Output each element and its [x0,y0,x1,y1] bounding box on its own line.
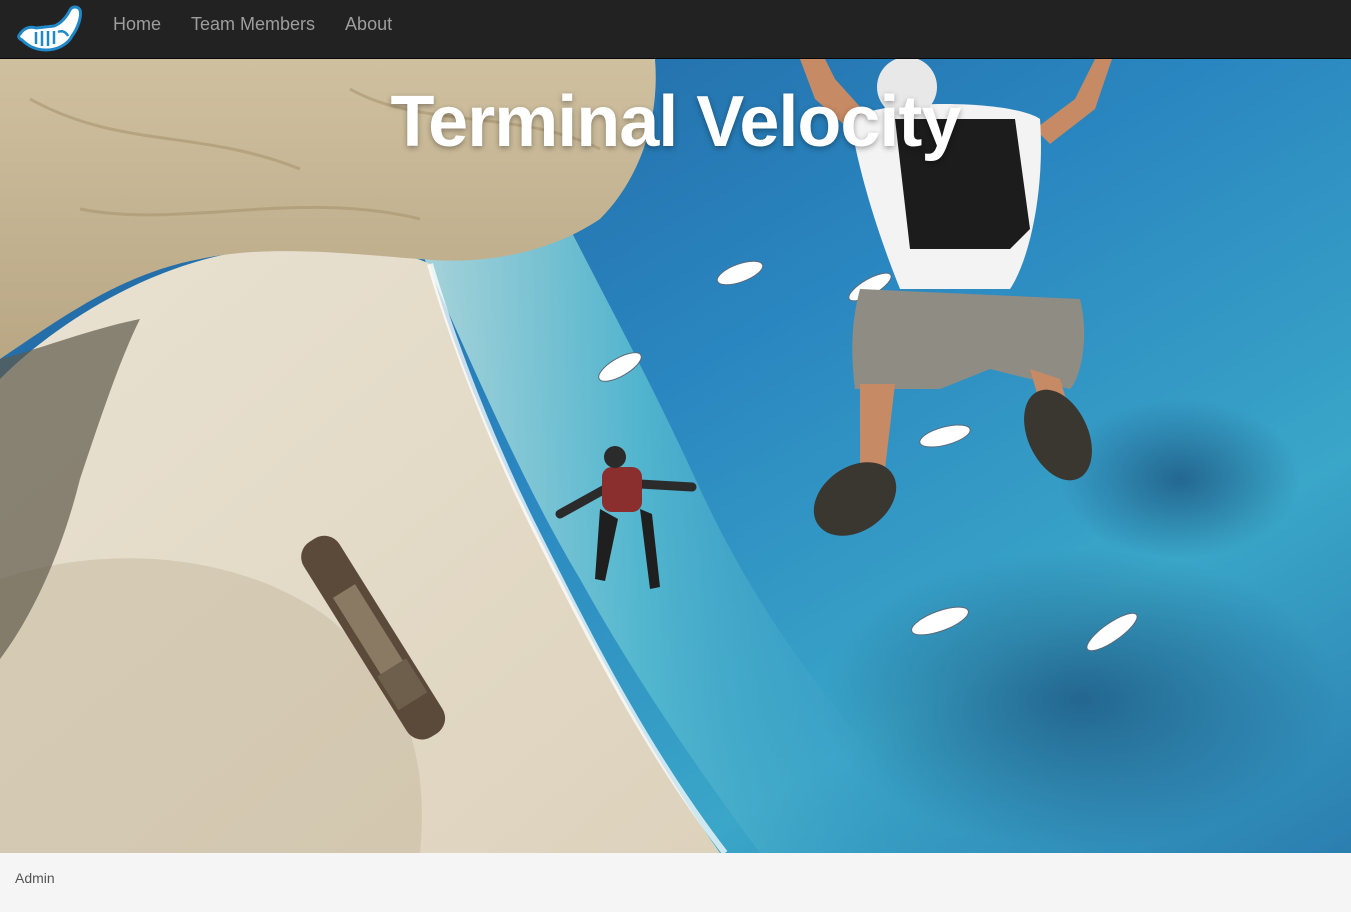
nav-links: Home Team Members About [98,0,407,48]
nav-link-home[interactable]: Home [98,0,176,48]
shaka-hand-icon[interactable] [14,4,86,54]
nav-link-about[interactable]: About [330,0,407,48]
footer: Admin [0,853,1351,912]
hero-banner: Terminal Velocity [0,59,1351,853]
admin-link[interactable]: Admin [15,870,55,886]
navbar: Home Team Members About [0,0,1351,59]
hero-image [0,59,1351,853]
nav-link-team-members[interactable]: Team Members [176,0,330,48]
hero-title: Terminal Velocity [390,82,962,162]
